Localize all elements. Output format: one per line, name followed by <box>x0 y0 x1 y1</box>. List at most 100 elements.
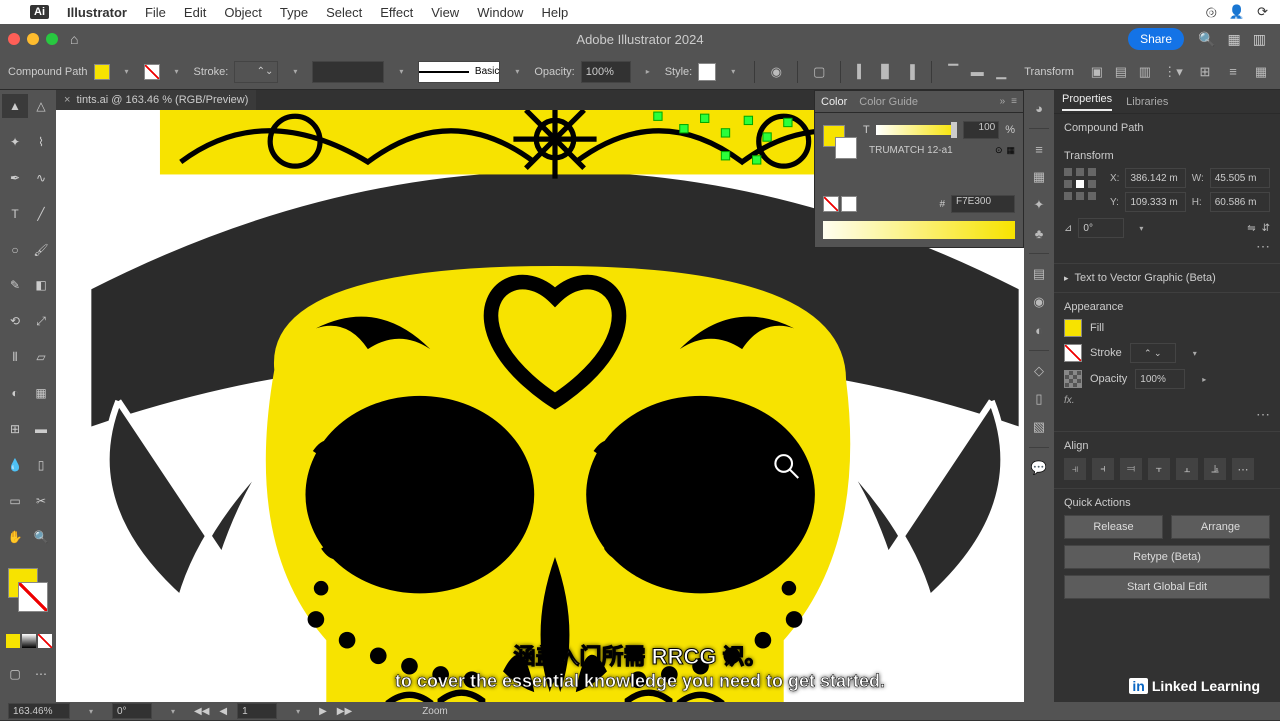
tint-slider[interactable] <box>876 125 957 135</box>
curvature-tool[interactable]: ∿ <box>28 166 54 190</box>
color-guide-tab[interactable]: Color Guide <box>859 96 918 108</box>
app-menu[interactable]: Illustrator <box>67 5 127 20</box>
panel-fill-stroke[interactable] <box>823 125 857 159</box>
appearance-more[interactable]: ⋯ <box>1064 406 1270 423</box>
screen-mode[interactable]: ▢ <box>2 662 28 686</box>
rail-layers-icon[interactable]: ▤ <box>1027 262 1051 286</box>
menu-help[interactable]: Help <box>541 5 568 20</box>
rail-gradient-icon[interactable]: ◐ <box>1027 318 1051 342</box>
eraser-tool[interactable]: ◧ <box>28 273 54 297</box>
arrange-button[interactable]: Arrange <box>1171 515 1270 539</box>
rail-comment-icon[interactable]: 💬 <box>1027 456 1051 480</box>
close-tab-icon[interactable]: × <box>64 94 70 106</box>
transform-more[interactable]: ⋯ <box>1064 238 1270 255</box>
opacity-field[interactable]: 100% <box>1135 369 1185 389</box>
rail-pathfinder-icon[interactable]: ▧ <box>1027 415 1051 439</box>
panel-collapse-icon[interactable]: » <box>1000 96 1006 107</box>
artboard-tool[interactable]: ▭ <box>2 489 28 513</box>
workspace-icon[interactable]: ▥ <box>1253 31 1266 48</box>
line-tool[interactable]: ╱ <box>28 202 54 226</box>
shape-mode3[interactable]: ▥ <box>1134 61 1156 83</box>
graph-tool[interactable]: ▯ <box>28 453 54 477</box>
menu-type[interactable]: Type <box>280 5 308 20</box>
hex-input[interactable]: F7E300 <box>951 195 1015 213</box>
align-top[interactable]: ⫟ <box>1148 458 1170 480</box>
zoom-tool[interactable]: 🔍 <box>28 525 54 549</box>
scale-tool[interactable]: ⤢ <box>28 309 54 333</box>
minimize-window[interactable] <box>27 33 39 45</box>
share-button[interactable]: Share <box>1128 28 1184 50</box>
align-hcenter[interactable]: ⫞ <box>1092 458 1114 480</box>
stroke-swatch[interactable] <box>144 64 160 80</box>
w-input[interactable]: 45.505 m <box>1210 168 1270 188</box>
stroke-appearance-swatch[interactable] <box>1064 344 1082 362</box>
arrange-docs-icon[interactable]: ▦ <box>1228 31 1241 48</box>
shape-mode1[interactable]: ▣ <box>1086 61 1108 83</box>
stroke-dd[interactable]: ▾ <box>166 62 188 82</box>
paintbrush-tool[interactable]: 🖌 <box>28 238 54 262</box>
isolate-icon[interactable]: ▢ <box>808 61 830 83</box>
free-transform-tool[interactable]: ▱ <box>28 345 54 369</box>
libraries-tab[interactable]: Libraries <box>1126 96 1168 108</box>
pen-tool[interactable]: ✒ <box>2 166 28 190</box>
close-window[interactable] <box>8 33 20 45</box>
selection-tool[interactable]: ▲ <box>2 94 28 118</box>
stroke-weight-input[interactable]: ⌃⌄ <box>234 61 278 83</box>
stroke-profile[interactable] <box>312 61 384 83</box>
flip-h-icon[interactable]: ⇋ <box>1247 223 1255 234</box>
more-icon[interactable]: ⋮▾ <box>1162 61 1184 83</box>
retype-button[interactable]: Retype (Beta) <box>1064 545 1270 569</box>
perspective-tool[interactable]: ▦ <box>28 381 54 405</box>
panel-ic2[interactable]: ≡ <box>1222 61 1244 83</box>
zoom-level[interactable]: 163.46% <box>8 703 70 719</box>
fill-dd[interactable]: ▾ <box>116 62 138 82</box>
fill-appearance-swatch[interactable] <box>1064 319 1082 337</box>
traffic-lights[interactable] <box>8 33 58 45</box>
lasso-tool[interactable]: ⌇ <box>28 130 54 154</box>
transform-label[interactable]: Transform <box>1024 66 1074 78</box>
rail-brushes-icon[interactable]: ✦ <box>1027 193 1051 217</box>
rail-transform-icon[interactable]: ◇ <box>1027 359 1051 383</box>
menu-select[interactable]: Select <box>326 5 362 20</box>
stroke-wt[interactable]: ⌃ ⌄ <box>1130 343 1176 363</box>
x-input[interactable]: 386.142 m <box>1125 168 1185 188</box>
fill-stroke-proxy[interactable] <box>6 566 50 614</box>
ref-point[interactable] <box>1064 168 1098 202</box>
menu-view[interactable]: View <box>431 5 459 20</box>
eyedropper-tool[interactable]: 💧 <box>2 453 28 477</box>
slice-tool[interactable]: ✂ <box>28 489 54 513</box>
type-tool[interactable]: T <box>2 202 28 226</box>
home-icon[interactable]: ⌂ <box>70 31 78 47</box>
align-more[interactable]: ⋯ <box>1232 458 1254 480</box>
menu-window[interactable]: Window <box>477 5 523 20</box>
direct-select-tool[interactable]: △ <box>28 94 54 118</box>
rail-align-icon[interactable]: ▯ <box>1027 387 1051 411</box>
zoom-window[interactable] <box>46 33 58 45</box>
rail-symbols-icon[interactable]: ♣ <box>1027 221 1051 245</box>
panel-ic1[interactable]: ⊞ <box>1194 61 1216 83</box>
ellipse-tool[interactable]: ○ <box>2 238 28 262</box>
magic-wand-tool[interactable]: ✦ <box>2 130 28 154</box>
artboard-nav-next[interactable]: ▶▶ <box>337 706 352 717</box>
panel-menu-icon[interactable]: ≡ <box>1011 96 1017 107</box>
opacity-input[interactable]: 100% <box>581 61 631 83</box>
rotate-input[interactable]: 0° <box>1078 218 1124 238</box>
release-button[interactable]: Release <box>1064 515 1163 539</box>
menu-effect[interactable]: Effect <box>380 5 413 20</box>
align-right[interactable]: ⫤ <box>1120 458 1142 480</box>
menu-edit[interactable]: Edit <box>184 5 206 20</box>
gradient-tool[interactable]: ▬ <box>28 417 54 441</box>
align-left[interactable]: ⫣ <box>1064 458 1086 480</box>
text-to-vector[interactable]: ▸Text to Vector Graphic (Beta) <box>1054 264 1280 293</box>
flip-v-icon[interactable]: ⇵ <box>1262 223 1270 234</box>
shape-mode2[interactable]: ▤ <box>1110 61 1132 83</box>
search-icon[interactable]: 🔍 <box>1198 31 1215 48</box>
rail-color-icon[interactable]: ◕ <box>1027 96 1051 120</box>
align-vcenter[interactable]: ⫠ <box>1176 458 1198 480</box>
artboard-nav-prev[interactable]: ◀◀ <box>194 706 209 717</box>
align-vert[interactable]: ▔▬▁ <box>942 61 1012 83</box>
artboard-num[interactable]: 1 <box>237 703 277 719</box>
properties-tab[interactable]: Properties <box>1062 93 1112 111</box>
color-mode-sw[interactable] <box>6 634 52 660</box>
rail-stroke-icon[interactable]: ≡ <box>1027 137 1051 161</box>
